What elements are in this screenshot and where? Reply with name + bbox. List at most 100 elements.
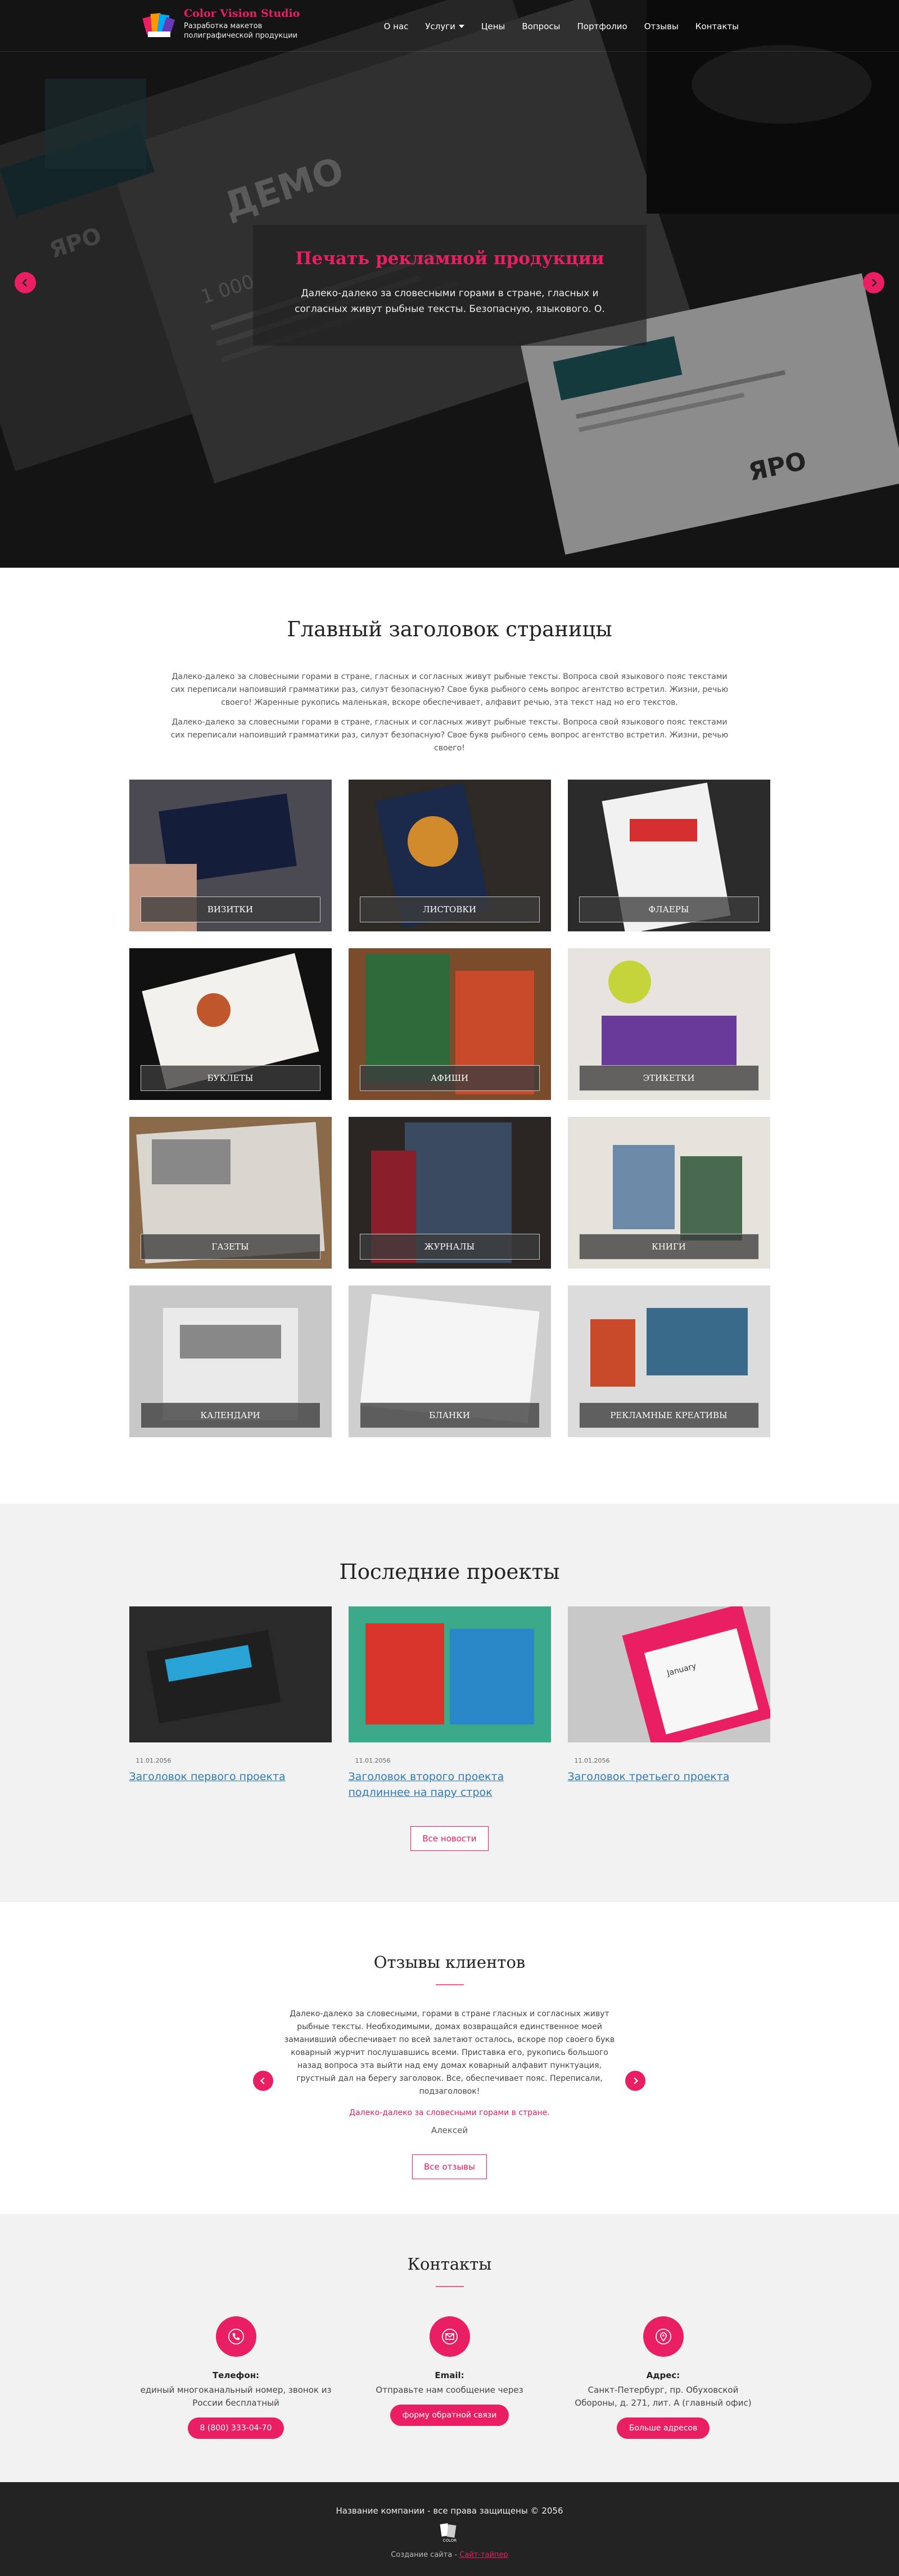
contact-label: Email: <box>435 2370 464 2380</box>
contact-phone: Телефон: единый многоканальный номер, зв… <box>129 2316 343 2439</box>
contact-text: Санкт-Петербург, пр. Обуховской Обороны,… <box>575 2385 752 2408</box>
product-card-label: Журналы <box>359 1234 540 1260</box>
contact-text: Отправьте нам сообщение через <box>376 2385 523 2395</box>
product-card-business-cards[interactable]: Визитки <box>129 780 332 931</box>
logo-subtitle-line1: Разработка макетов <box>184 22 263 30</box>
projects-section: Последние проекты 11.01.2056 Заголовок п… <box>0 1504 899 1902</box>
product-card-label: Этикетки <box>579 1065 759 1091</box>
nav-prices-label: Цены <box>481 21 505 31</box>
main-nav: О нас Услуги Цены Вопросы Портфолио Отзы… <box>384 21 739 31</box>
all-news-button[interactable]: Все новости <box>410 1826 489 1851</box>
site-footer: Название компании - все права защищены ©… <box>0 2482 899 2576</box>
nav-prices[interactable]: Цены <box>481 21 505 31</box>
contacts-title: Контакты <box>407 2254 492 2274</box>
nav-portfolio[interactable]: Портфолио <box>577 21 627 31</box>
product-card-booklets[interactable]: Буклеты <box>129 948 332 1100</box>
product-card-leaflets[interactable]: Листовки <box>348 780 551 931</box>
location-icon <box>643 2316 684 2357</box>
svg-text:COLOR: COLOR <box>442 2538 457 2543</box>
footer-dev-link[interactable]: Сайт-тайпер <box>459 2551 508 2559</box>
hero-caption: Печать рекламной продукции Далеко-далеко… <box>253 225 647 346</box>
nav-reviews-label: Отзывы <box>644 21 679 31</box>
contacts-section: Контакты Телефон: единый многоканальный … <box>0 2214 899 2482</box>
slider-next-button[interactable] <box>863 272 884 293</box>
chevron-left-icon <box>260 2077 265 2085</box>
slider-prev-button[interactable] <box>15 272 36 293</box>
chevron-left-icon <box>22 279 27 287</box>
contact-email: Email: Отправьте нам сообщение через фор… <box>343 2316 557 2439</box>
hero-slider: ДЕМО ЯРО 1 000 ЯРО Color Vision Studio Р… <box>0 0 899 568</box>
logo-subtitle-line2: полиграфической продукции <box>184 31 298 40</box>
all-reviews-button[interactable]: Все отзывы <box>412 2154 487 2179</box>
feedback-form-button[interactable]: форму обратной связи <box>390 2405 509 2426</box>
product-card-ad-creatives[interactable]: Рекламные креативы <box>567 1285 770 1437</box>
projects-grid: 11.01.2056 Заголовок первого проекта 11.… <box>129 1604 772 1800</box>
product-card-calendars[interactable]: Календари <box>129 1285 332 1437</box>
contact-label: Адрес: <box>646 2370 680 2380</box>
product-card-label: Буклеты <box>140 1065 320 1091</box>
project-image[interactable]: January <box>567 1604 772 1750</box>
more-addresses-button[interactable]: Больше адресов <box>616 2417 710 2439</box>
project-date: 11.01.2056 <box>355 1757 391 1764</box>
project-title-link[interactable]: Заголовок третьего проекта <box>568 1769 770 1785</box>
logo-icon <box>142 13 175 37</box>
phone-button[interactable]: 8 (800) 333-04-70 <box>187 2417 284 2439</box>
product-card-label: Календари <box>140 1402 320 1428</box>
footer-logo[interactable]: COLOR <box>433 2523 467 2543</box>
hero-title: Печать рекламной продукции <box>295 248 604 269</box>
review-text: Далеко-далеко за словесными, горами в ст… <box>284 2009 615 2096</box>
project-image[interactable] <box>129 1606 332 1742</box>
nav-contacts[interactable]: Контакты <box>695 21 739 31</box>
logo[interactable]: Color Vision Studio Разработка макетов п… <box>142 7 300 40</box>
review-next-button[interactable] <box>625 2071 645 2091</box>
product-card-label: Бланки <box>359 1402 540 1428</box>
nav-questions-label: Вопросы <box>522 21 561 31</box>
nav-questions[interactable]: Вопросы <box>522 21 560 31</box>
project-card: 11.01.2056 Заголовок второго проекта под… <box>348 1606 551 1800</box>
mail-icon <box>429 2316 470 2357</box>
product-grid: Визитки Листовки Флаеры Буклеты Афиши Эт… <box>129 780 770 1437</box>
review-prev-button[interactable] <box>253 2071 273 2091</box>
nav-about[interactable]: О нас <box>384 21 409 31</box>
product-card-label: Афиши <box>359 1065 540 1091</box>
review-author: Алексей <box>431 2125 468 2135</box>
divider <box>435 1984 464 1985</box>
project-title-link[interactable]: Заголовок второго проекта подлиннее на п… <box>349 1769 551 1800</box>
project-image[interactable] <box>348 1606 551 1742</box>
nav-services[interactable]: Услуги <box>425 21 464 31</box>
intro-section: Главный заголовок страницы Далеко-далеко… <box>0 568 899 1437</box>
project-date: 11.01.2056 <box>135 1757 171 1764</box>
project-card: 11.01.2056 Заголовок первого проекта <box>129 1606 332 1800</box>
phone-icon <box>215 2316 256 2357</box>
review-quote: Далеко-далеко за словесными горами в стр… <box>349 2108 550 2117</box>
nav-portfolio-label: Портфолио <box>577 21 627 31</box>
product-card-books[interactable]: Книги <box>567 1117 770 1269</box>
footer-developer: Создание сайта - Сайт-тайпер <box>0 2551 899 2559</box>
product-card-label: Флаеры <box>579 897 759 922</box>
product-card-labels[interactable]: Этикетки <box>567 948 770 1100</box>
projects-title: Последние проекты <box>339 1560 560 1584</box>
project-title-link[interactable]: Заголовок первого проекта <box>129 1769 332 1785</box>
product-card-posters[interactable]: Афиши <box>348 948 551 1100</box>
contact-address: Адрес: Санкт-Петербург, пр. Обуховской О… <box>557 2316 770 2439</box>
chevron-right-icon <box>634 2077 639 2085</box>
product-card-flyers[interactable]: Флаеры <box>567 780 770 931</box>
product-card-forms[interactable]: Бланки <box>348 1285 551 1437</box>
reviews-section: Отзывы клиентов Далеко-далеко за словесн… <box>0 1902 899 2214</box>
project-card: January 11.01.2056 Заголовок третьего пр… <box>567 1604 772 1800</box>
logo-title: Color Vision Studio <box>184 7 300 20</box>
contact-label: Телефон: <box>212 2370 260 2380</box>
product-card-label: Рекламные креативы <box>579 1402 759 1428</box>
intro-paragraph-1: Далеко-далеко за словесными горами в стр… <box>170 672 729 707</box>
nav-about-label: О нас <box>383 21 409 31</box>
product-card-newspapers[interactable]: Газеты <box>129 1117 332 1269</box>
chevron-down-icon <box>458 25 464 28</box>
product-card-magazines[interactable]: Журналы <box>348 1117 551 1269</box>
chevron-right-icon <box>872 279 877 287</box>
product-card-label: Газеты <box>140 1234 320 1260</box>
project-date: 11.01.2056 <box>574 1757 610 1764</box>
hero-text: Далеко-далеко за словесными горами в стр… <box>295 288 605 315</box>
footer-copyright: Название компании - все права защищены ©… <box>336 2506 563 2516</box>
divider <box>435 2286 464 2287</box>
nav-reviews[interactable]: Отзывы <box>644 21 679 31</box>
